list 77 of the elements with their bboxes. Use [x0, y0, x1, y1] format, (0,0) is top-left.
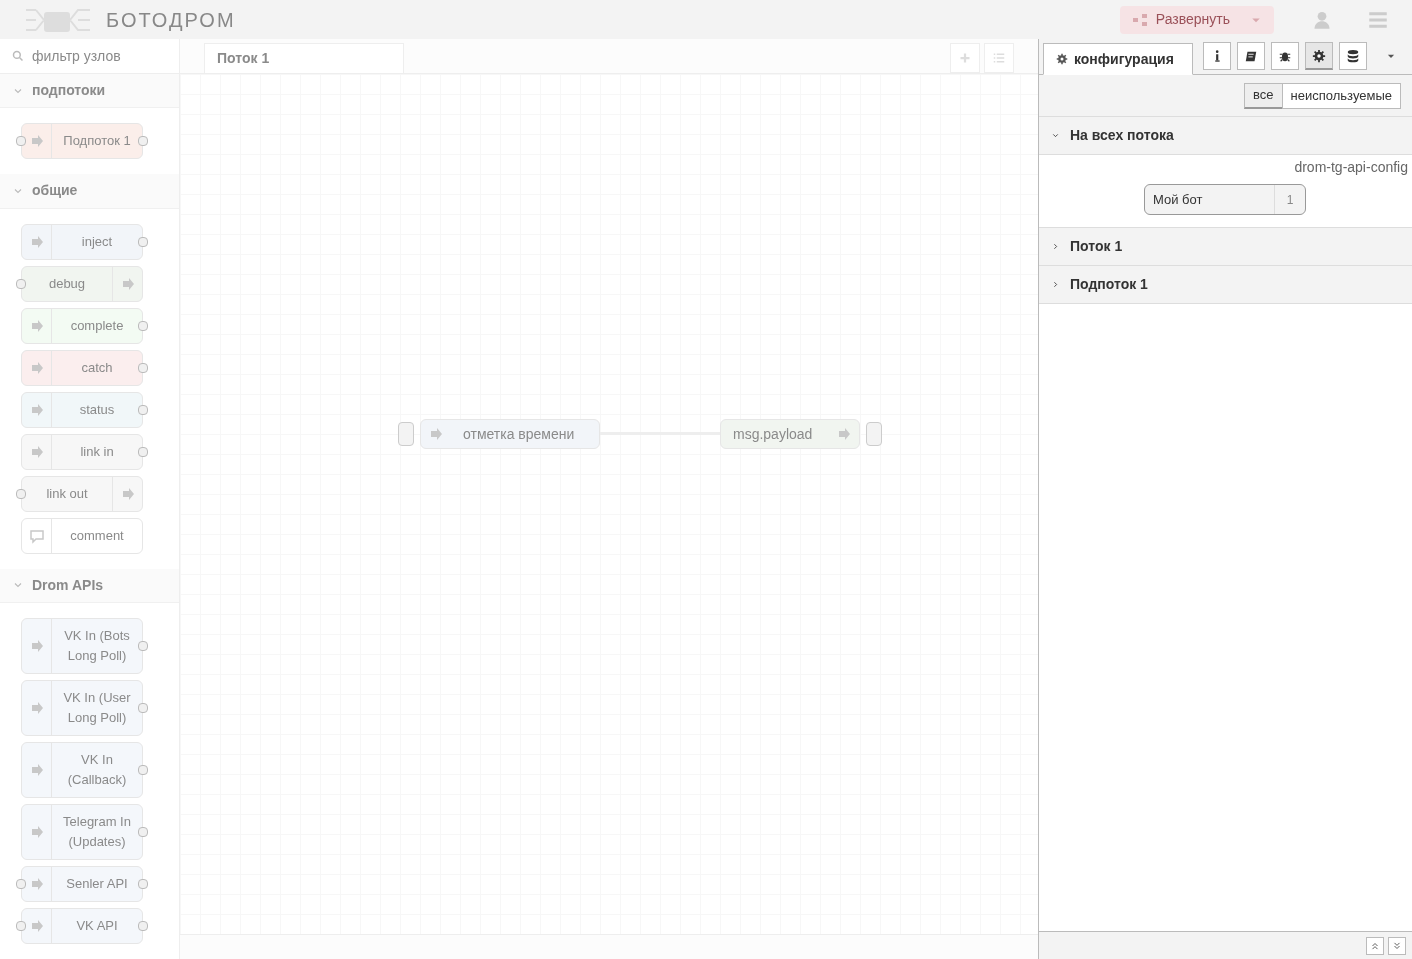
node-port[interactable] [16, 921, 26, 931]
filter-button[interactable]: неиспользуемые [1281, 82, 1401, 109]
database-icon [1346, 49, 1361, 63]
palette-node[interactable]: link out [21, 475, 143, 512]
config-type-label: drom-tg-api-config [1294, 158, 1409, 177]
scroll-bottom-button[interactable] [1388, 936, 1406, 955]
sidebar-tab-button[interactable] [1339, 42, 1368, 70]
palette-node[interactable]: complete [21, 307, 143, 344]
gear-icon [1056, 53, 1068, 65]
node-port[interactable] [138, 921, 148, 931]
palette-node[interactable]: Telegram In (Updates) [21, 804, 143, 860]
chevron-icon [1051, 131, 1060, 140]
flow-node[interactable]: отметка времени [420, 419, 600, 449]
deploy-icon [1131, 11, 1148, 28]
palette-node[interactable]: inject [21, 223, 143, 260]
node-port[interactable] [138, 703, 148, 713]
palette-node[interactable]: debug [21, 265, 143, 302]
node-port[interactable] [138, 641, 148, 651]
filter-field[interactable]: фильтр узлов [32, 45, 167, 67]
settings-icon [1312, 48, 1327, 63]
workspace-tab[interactable]: Поток 1 [204, 43, 404, 73]
double-chevron-down-icon [1392, 940, 1402, 951]
node-icon [428, 426, 444, 442]
plus-icon [959, 52, 971, 64]
palette-node[interactable]: status [21, 391, 143, 428]
user-icon [1312, 9, 1332, 30]
node-port[interactable] [16, 488, 26, 499]
double-chevron-up-icon [1370, 940, 1380, 951]
logo-text: БОТОДРОМ [106, 7, 236, 33]
list-icon [993, 52, 1005, 64]
sidebar-tab-button[interactable] [1271, 42, 1300, 70]
palette-node[interactable]: VK API [21, 908, 143, 944]
palette-node[interactable]: link in [21, 433, 143, 470]
node-icon [28, 527, 45, 544]
section-header[interactable]: На всех потока [1039, 117, 1412, 155]
node-port[interactable] [16, 136, 26, 147]
deploy-button[interactable]: Развернуть [1119, 5, 1274, 34]
node-port[interactable] [16, 278, 26, 289]
node-port[interactable] [138, 362, 148, 373]
node-button[interactable] [866, 422, 882, 446]
config-node-label: Мой бот [1152, 190, 1204, 209]
node-port[interactable] [16, 879, 26, 889]
node-port[interactable] [138, 446, 148, 457]
section-header[interactable]: Поток 1 [1039, 228, 1412, 266]
node-port[interactable] [138, 236, 148, 247]
filter-button[interactable]: все [1244, 82, 1283, 109]
node-port[interactable] [138, 136, 148, 147]
search-icon [12, 50, 24, 62]
palette-node[interactable]: comment [21, 517, 143, 554]
node-port[interactable] [138, 765, 148, 775]
node-port[interactable] [138, 320, 148, 331]
menu-icon [1368, 9, 1388, 30]
section-header[interactable]: Подпоток 1 [1039, 266, 1412, 304]
node-button[interactable] [398, 422, 414, 446]
node-port[interactable] [138, 827, 148, 837]
node-icon [836, 426, 852, 442]
sidebar-tab-button[interactable] [1203, 42, 1232, 70]
add-tab-button[interactable] [950, 43, 980, 73]
palette-node[interactable]: Подпоток 1 [21, 123, 143, 160]
sidebar-tab-button[interactable] [1305, 42, 1334, 70]
palette-node[interactable]: Senler API [21, 866, 143, 902]
scroll-top-button[interactable] [1366, 936, 1384, 955]
palette-node[interactable]: VK In (Bots Long Poll) [21, 618, 143, 674]
palette-node[interactable]: VK In (User Long Poll) [21, 680, 143, 736]
chevron-icon [1051, 242, 1060, 251]
palette-node[interactable]: VK In (Callback) [21, 742, 143, 798]
node-port[interactable] [138, 879, 148, 889]
sidebar-tab[interactable]: конфигурация [1043, 43, 1194, 75]
flow-node[interactable]: msg.payload [720, 419, 860, 449]
list-tabs-button[interactable] [984, 43, 1014, 73]
palette-node[interactable]: catch [21, 349, 143, 386]
node-port[interactable] [138, 404, 148, 415]
config-node[interactable]: Мой бот 1 [1144, 184, 1306, 215]
chevron-icon [1051, 280, 1060, 289]
sidebar-tab-button[interactable] [1237, 42, 1266, 70]
usage-count: 1 [1274, 185, 1305, 214]
book-icon [1244, 49, 1259, 63]
